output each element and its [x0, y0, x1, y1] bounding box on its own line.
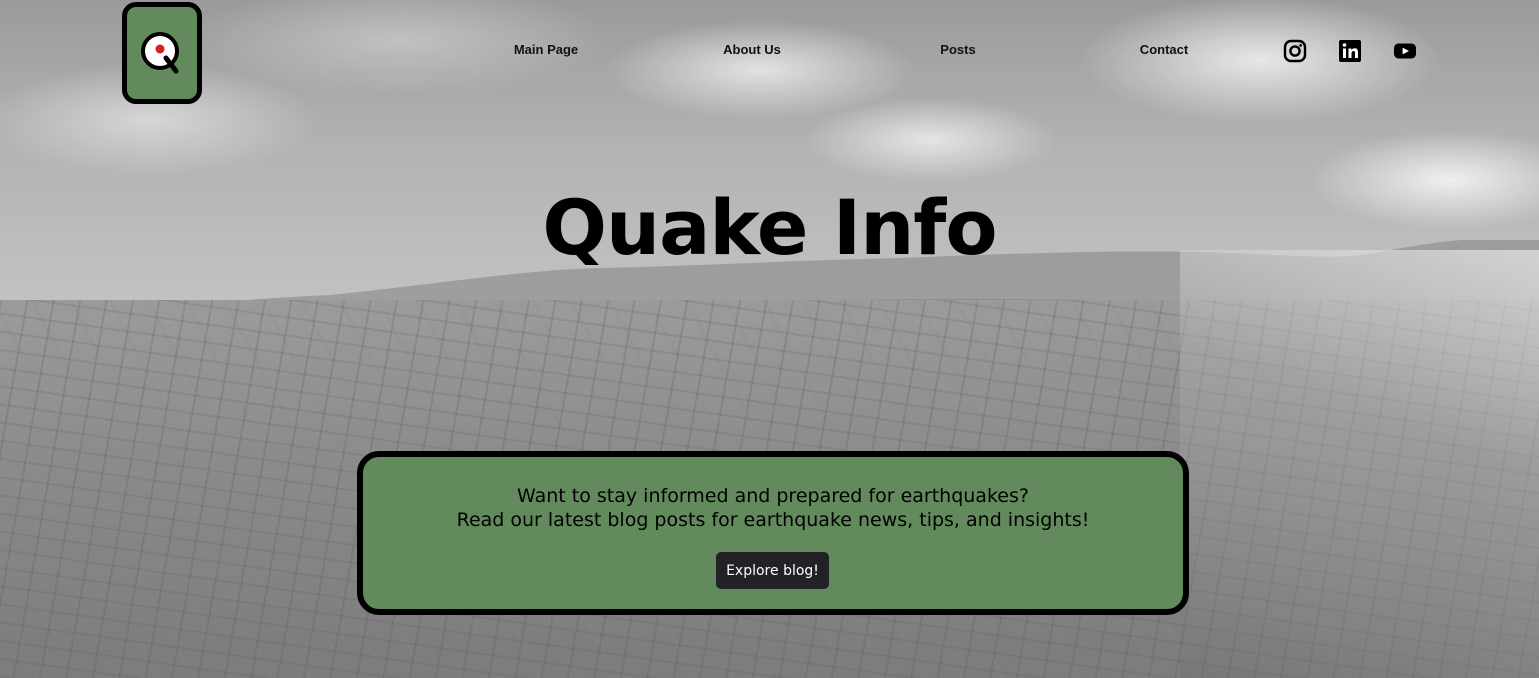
nav-posts[interactable]: Posts [940, 42, 975, 57]
cta-line-1: Want to stay informed and prepared for e… [517, 485, 1029, 507]
instagram-icon [1283, 39, 1307, 63]
explore-blog-button[interactable]: Explore blog! [716, 552, 829, 589]
blog-cta-card: Want to stay informed and prepared for e… [357, 451, 1189, 615]
instagram-link[interactable] [1283, 39, 1307, 63]
cta-line-2: Read our latest blog posts for earthquak… [456, 509, 1090, 531]
youtube-icon [1394, 43, 1416, 59]
nav-contact[interactable]: Contact [1140, 42, 1188, 57]
page-title: Quake Info [542, 183, 997, 272]
main-nav: Main Page About Us Posts Contact [0, 42, 1539, 62]
nav-about-us[interactable]: About Us [723, 42, 781, 57]
linkedin-link[interactable] [1338, 39, 1362, 63]
cta-text: Want to stay informed and prepared for e… [363, 484, 1183, 532]
nav-main-page[interactable]: Main Page [514, 42, 578, 57]
linkedin-icon [1339, 40, 1361, 62]
youtube-link[interactable] [1393, 39, 1417, 63]
